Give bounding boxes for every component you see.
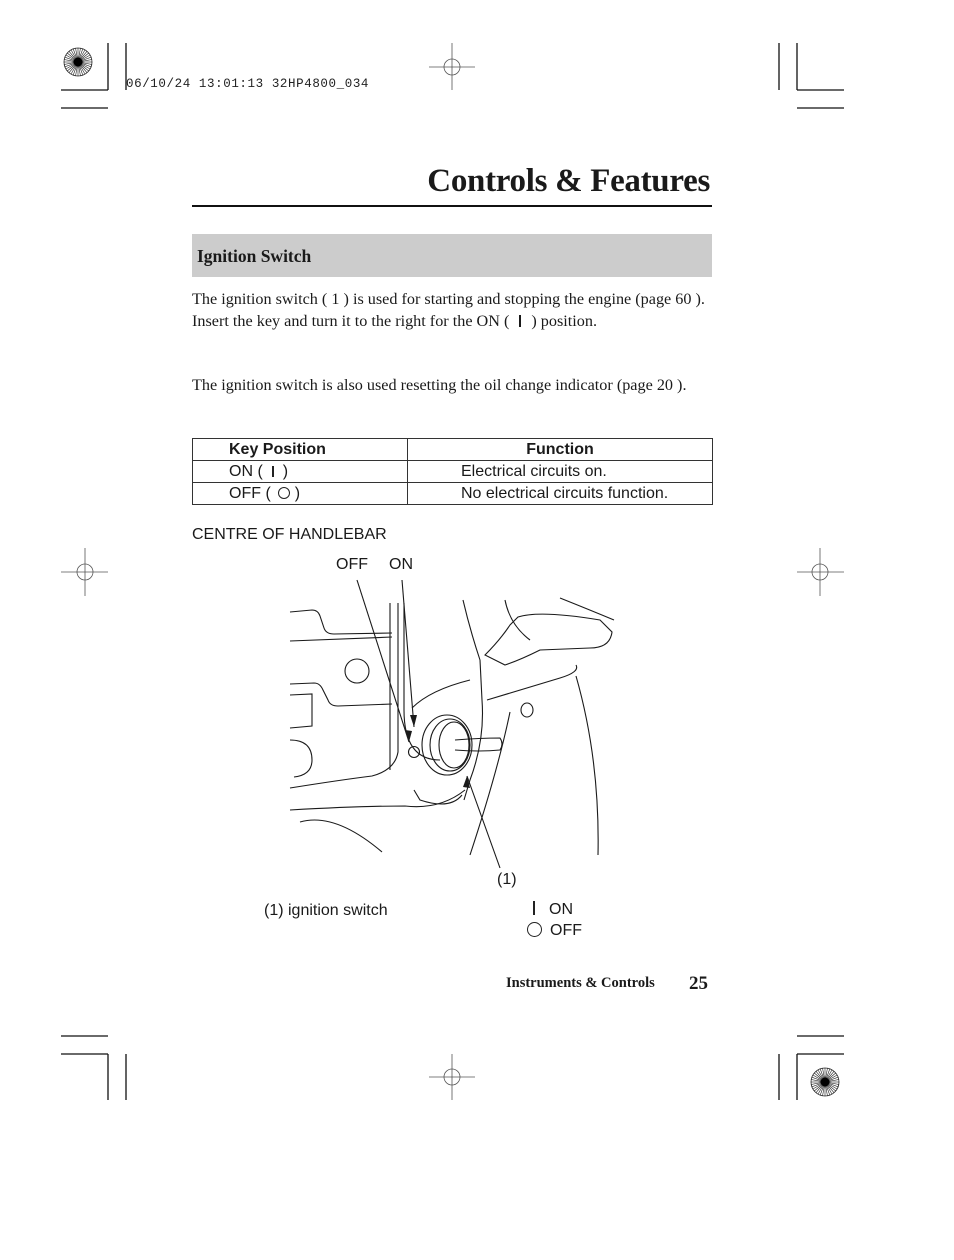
symbol-legend-on: ON bbox=[527, 901, 573, 919]
position-label: ON ( bbox=[229, 463, 263, 480]
registration-crosshair-top bbox=[429, 43, 475, 90]
symbol-label: ON bbox=[549, 901, 573, 918]
registration-crosshair-bottom bbox=[429, 1054, 475, 1100]
leader-off bbox=[356, 579, 410, 743]
figure-caption: CENTRE OF HANDLEBAR bbox=[192, 526, 387, 543]
title-divider bbox=[192, 205, 712, 207]
position-close: ) bbox=[282, 463, 289, 480]
page-number: 25 bbox=[689, 973, 708, 994]
paragraph-text: ) position. bbox=[531, 311, 598, 330]
section-heading-bar: Ignition Switch bbox=[192, 234, 712, 277]
key-position-table: Key Position Function ON () Electrical c… bbox=[192, 438, 713, 505]
callout-number: (1) bbox=[497, 871, 517, 888]
off-circle-icon bbox=[277, 487, 290, 499]
table-row: ON () Electrical circuits on. bbox=[192, 460, 713, 483]
symbol-label: OFF bbox=[550, 922, 582, 939]
key-position-cell: ON () bbox=[192, 460, 408, 483]
on-bar-icon bbox=[533, 901, 535, 915]
paragraph-text: The ignition switch ( 1 ) is used for st… bbox=[192, 290, 705, 330]
figure-legend-item: (1) ignition switch bbox=[264, 902, 388, 919]
leader-switch bbox=[466, 775, 501, 869]
mount-bolt bbox=[520, 702, 534, 718]
footer-section-name: Instruments & Controls bbox=[506, 975, 655, 991]
registration-crosshair-left bbox=[61, 548, 108, 596]
column-header-key-position: Key Position bbox=[192, 438, 408, 461]
panel-knob bbox=[344, 658, 370, 684]
page-title: Controls & Features bbox=[427, 163, 710, 199]
key-position-cell: OFF () bbox=[192, 482, 408, 505]
column-header-function: Function bbox=[407, 438, 713, 461]
switch-cylinder bbox=[438, 721, 470, 769]
on-bar-icon bbox=[519, 314, 522, 327]
callout-off: OFF bbox=[336, 556, 368, 573]
starburst-target-bottom-right bbox=[810, 1067, 840, 1097]
table-row: OFF () No electrical circuits function. bbox=[192, 482, 713, 505]
starburst-target-top-left bbox=[63, 47, 93, 77]
ignition-switch-illustration bbox=[289, 579, 615, 869]
registration-crosshair-right bbox=[797, 548, 844, 596]
on-bar-icon bbox=[271, 466, 274, 477]
position-close: ) bbox=[294, 485, 301, 502]
off-circle-icon bbox=[527, 922, 542, 937]
function-cell: No electrical circuits function. bbox=[407, 482, 713, 505]
callout-on: ON bbox=[389, 556, 413, 573]
leader-arrowheads bbox=[405, 715, 470, 788]
table-header-row: Key Position Function bbox=[192, 438, 713, 461]
symbol-legend-off: OFF bbox=[527, 922, 582, 940]
paragraph-oil-indicator: The ignition switch is also used resetti… bbox=[192, 376, 687, 394]
section-heading: Ignition Switch bbox=[197, 246, 312, 266]
print-slug: 06/10/24 13:01:13 32HP4800_034 bbox=[126, 77, 370, 91]
function-cell: Electrical circuits on. bbox=[407, 460, 713, 483]
paragraph-ignition-intro: The ignition switch ( 1 ) is used for st… bbox=[192, 289, 717, 332]
position-label: OFF ( bbox=[229, 485, 271, 502]
